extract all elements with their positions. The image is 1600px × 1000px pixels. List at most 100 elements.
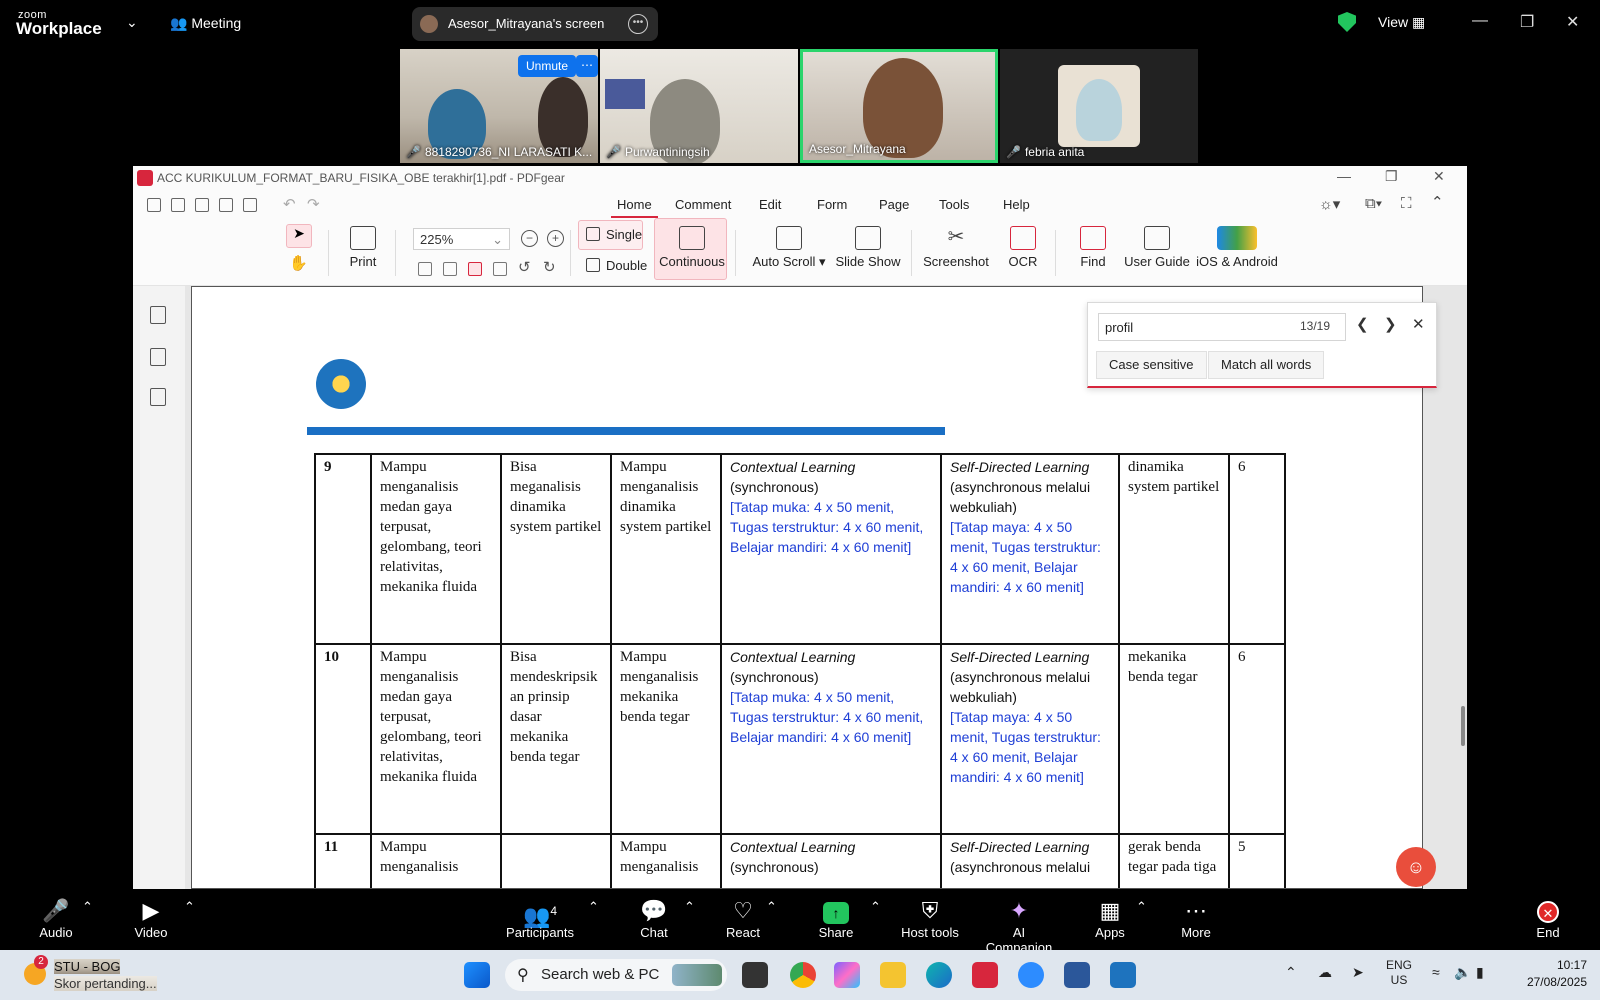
speaker-muted-icon[interactable]: 🔈 — [1454, 964, 1471, 981]
file-explorer-icon[interactable] — [880, 962, 906, 988]
end-meeting-button[interactable]: ✕ End — [1530, 899, 1566, 940]
rotate-right-icon[interactable]: ↻ — [543, 258, 556, 276]
auto-scroll-button[interactable]: Auto Scroll ▾ — [751, 226, 827, 270]
show-hidden-icons-icon[interactable]: ⌃ — [1285, 964, 1297, 981]
windows-start-icon[interactable] — [464, 962, 490, 988]
minimize-icon[interactable]: — — [1337, 168, 1351, 184]
open-folder-icon[interactable] — [171, 198, 185, 212]
active-speaker-tile[interactable]: Asesor_Mitrayana — [800, 49, 998, 163]
share-caret-icon[interactable]: ⌃ — [870, 899, 881, 915]
collapse-ribbon-icon[interactable]: ⌃ — [1431, 193, 1444, 211]
encryption-shield-icon[interactable] — [1338, 12, 1356, 32]
actual-size-icon[interactable] — [468, 262, 482, 276]
apps-caret-icon[interactable]: ⌃ — [1136, 899, 1147, 915]
word-icon[interactable] — [1064, 962, 1090, 988]
location-icon[interactable]: ➤ — [1352, 964, 1364, 981]
fullscreen-icon[interactable]: ⛶ — [1401, 195, 1412, 212]
menu-form[interactable]: Form — [817, 197, 847, 212]
save-as-icon[interactable] — [219, 198, 233, 212]
case-sensitive-toggle[interactable]: Case sensitive — [1096, 351, 1207, 379]
pdfgear-taskbar-icon[interactable] — [972, 962, 998, 988]
fit-page-icon[interactable] — [418, 262, 432, 276]
scrollbar[interactable] — [1461, 706, 1465, 746]
menu-tools[interactable]: Tools — [939, 197, 969, 212]
ai-assistant-icon[interactable]: ☺ — [1396, 847, 1436, 887]
unmute-button[interactable]: Unmute — [518, 55, 577, 77]
theme-sun-icon[interactable]: ☼▾ — [1319, 195, 1340, 213]
restore-icon[interactable]: ❐ — [1520, 12, 1534, 32]
single-page-button[interactable]: Single — [586, 227, 642, 242]
select-cursor-icon[interactable]: ➤ — [286, 224, 312, 248]
undo-icon[interactable]: ↶ — [283, 195, 296, 213]
user-guide-button[interactable]: User Guide — [1124, 226, 1190, 269]
thumbnails-icon[interactable] — [150, 348, 166, 366]
chat-button[interactable]: 💬 Chat — [634, 899, 674, 941]
print-button[interactable]: Print — [343, 226, 383, 269]
react-button[interactable]: ♡ React — [722, 899, 764, 941]
edge-icon[interactable] — [926, 962, 952, 988]
screen-share-indicator[interactable]: Asesor_Mitrayana's screen ••• — [412, 7, 658, 41]
share-export-icon[interactable]: ⧉▾ — [1365, 195, 1382, 212]
print-icon[interactable] — [243, 198, 257, 212]
zoom-out-icon[interactable]: − — [521, 230, 538, 247]
zoom-taskbar-icon[interactable] — [1018, 962, 1044, 988]
language-indicator[interactable]: ENG US — [1386, 958, 1412, 988]
apps-button[interactable]: ▦ Apps — [1090, 899, 1130, 941]
ai-companion-button[interactable]: ✦ AI Companion — [978, 899, 1060, 956]
audio-options-caret-icon[interactable]: ⌃ — [82, 899, 93, 915]
react-caret-icon[interactable]: ⌃ — [766, 899, 777, 915]
new-file-icon[interactable] — [147, 198, 161, 212]
copilot-icon[interactable] — [834, 962, 860, 988]
find-button[interactable]: Find — [1073, 226, 1113, 269]
fit-width-icon[interactable] — [443, 262, 457, 276]
save-icon[interactable] — [195, 198, 209, 212]
close-icon[interactable]: ✕ — [1566, 12, 1579, 32]
ios-android-button[interactable]: iOS & Android — [1195, 226, 1279, 269]
more-button[interactable]: ⋯ More — [1176, 899, 1216, 941]
find-close-icon[interactable]: ✕ — [1412, 315, 1425, 333]
share-button[interactable]: ↑ Share — [816, 899, 856, 940]
wifi-icon[interactable]: ≈ — [1432, 964, 1440, 980]
task-view-icon[interactable] — [742, 962, 768, 988]
participant-tile[interactable]: 🎤 Purwantiningsih — [600, 49, 798, 163]
bookmark-icon[interactable] — [150, 306, 166, 324]
match-all-words-toggle[interactable]: Match all words — [1208, 351, 1325, 379]
view-button[interactable]: View ▦ — [1378, 14, 1425, 31]
continuous-button[interactable]: Continuous — [657, 226, 727, 269]
zoom-in-icon[interactable]: + — [547, 230, 564, 247]
more-options-icon[interactable]: ••• — [628, 14, 648, 34]
ocr-button[interactable]: OCR — [1003, 226, 1043, 269]
slide-show-button[interactable]: Slide Show — [833, 226, 903, 269]
tile-more-icon[interactable]: ⋯ — [576, 55, 598, 77]
video-options-caret-icon[interactable]: ⌃ — [184, 899, 195, 915]
fit-visible-icon[interactable] — [493, 262, 507, 276]
meeting-menu[interactable]: 👥 Meeting — [170, 15, 241, 32]
comments-icon[interactable] — [150, 388, 166, 406]
onedrive-icon[interactable]: ☁ — [1318, 964, 1332, 981]
chat-caret-icon[interactable]: ⌃ — [684, 899, 695, 915]
host-tools-button[interactable]: ⛨ Host tools — [898, 899, 962, 941]
minimize-icon[interactable]: — — [1472, 12, 1488, 30]
chrome-icon[interactable] — [790, 962, 816, 988]
hand-tool-icon[interactable]: ✋ — [289, 254, 308, 272]
restore-icon[interactable]: ❐ — [1385, 168, 1398, 185]
video-button[interactable]: ▶ Video — [130, 899, 172, 941]
screenshot-button[interactable]: ✂ Screenshot — [921, 226, 991, 269]
menu-comment[interactable]: Comment — [675, 197, 731, 212]
rotate-left-icon[interactable]: ↺ — [518, 258, 531, 276]
zoom-level-select[interactable]: 225% ⌄ — [413, 228, 510, 250]
participant-tile[interactable]: 🎤 febria anita — [1000, 49, 1198, 163]
menu-edit[interactable]: Edit — [759, 197, 781, 212]
participants-button[interactable]: 👥4 Participants — [504, 899, 576, 940]
find-next-icon[interactable]: ❯ — [1384, 315, 1397, 333]
find-prev-icon[interactable]: ❮ — [1356, 315, 1369, 333]
menu-help[interactable]: Help — [1003, 197, 1030, 212]
notepad-icon[interactable] — [1110, 962, 1136, 988]
double-page-button[interactable]: Double — [586, 258, 647, 273]
close-icon[interactable]: ✕ — [1433, 168, 1445, 185]
audio-button[interactable]: 🎤 Audio — [36, 899, 76, 941]
menu-home[interactable]: Home — [611, 197, 658, 218]
system-clock[interactable]: 10:17 27/08/2025 — [1517, 957, 1587, 991]
battery-icon[interactable]: ▮ — [1476, 964, 1484, 981]
redo-icon[interactable]: ↷ — [307, 195, 320, 213]
